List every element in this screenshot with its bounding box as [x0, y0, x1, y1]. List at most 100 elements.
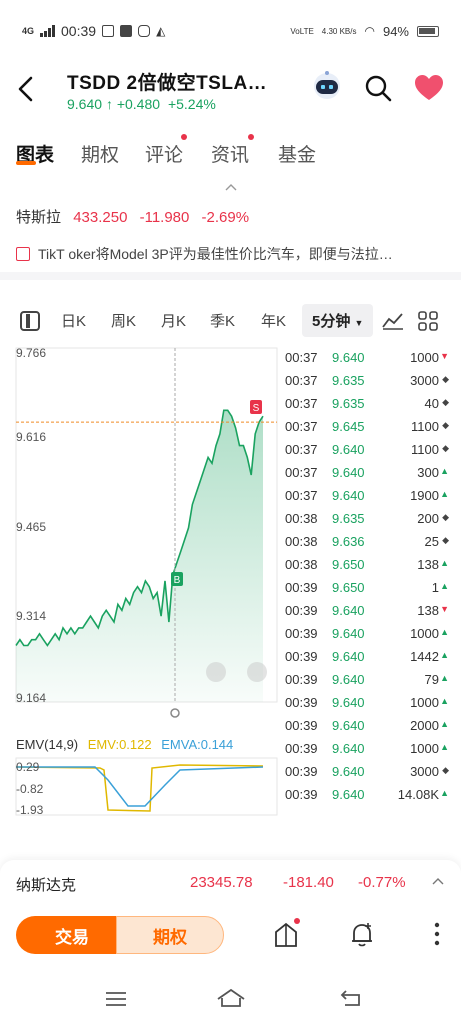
wifi-icon: ◠	[364, 24, 375, 38]
underlying-quote[interactable]: 特斯拉 433.250 -11.980 -2.69%	[16, 206, 249, 227]
trade-row: 00:38 9.635 200 ◆	[285, 511, 449, 534]
crosshair-handle-icon[interactable]	[170, 708, 180, 718]
trade-price: 9.640	[332, 603, 365, 618]
news-ticker[interactable]: TikT oker将Model 3P评为最佳性价比汽车，即便与法拉…	[16, 244, 446, 264]
up-triangle-icon: ▲	[440, 627, 449, 637]
trade-button[interactable]: 交易	[16, 916, 128, 954]
trade-row: 00:39 9.640 1000 ▲	[285, 695, 449, 718]
broker-building-icon[interactable]	[272, 920, 300, 948]
back-nav-icon[interactable]	[339, 988, 363, 1008]
header: TSDD 2倍做空TSLA… 9.640 ↑ +0.480 +5.24%	[0, 62, 461, 122]
y-tick-label: 9.164	[16, 691, 47, 705]
trade-price: 9.636	[332, 534, 365, 549]
tab-comments[interactable]: 评论	[145, 140, 183, 167]
expand-chevron-icon[interactable]	[432, 876, 444, 886]
news-icon	[16, 247, 30, 261]
search-icon[interactable]	[364, 74, 392, 102]
trade-time: 00:39	[285, 695, 318, 710]
up-triangle-icon: ▲	[440, 696, 449, 706]
trade-time: 00:37	[285, 419, 318, 434]
chart-reset-icon[interactable]	[206, 662, 226, 682]
trade-time: 00:39	[285, 580, 318, 595]
options-button[interactable]: 期权	[116, 916, 224, 954]
trade-price: 9.640	[332, 626, 365, 641]
period-quarter[interactable]: 季K	[210, 310, 235, 331]
more-options-icon[interactable]	[434, 922, 440, 946]
trade-price: 9.635	[332, 396, 365, 411]
trade-time: 00:39	[285, 764, 318, 779]
period-day[interactable]: 日K	[61, 310, 86, 331]
trade-price: 9.650	[332, 557, 365, 572]
up-triangle-icon: ▲	[440, 719, 449, 729]
trade-volume: 3000	[410, 373, 439, 388]
emv-legend[interactable]: EMV(14,9) EMV:0.122 EMVA:0.144	[16, 737, 233, 752]
back-arrow-icon[interactable]	[14, 74, 38, 104]
trade-row: 00:38 9.636 25 ◆	[285, 534, 449, 557]
index-name[interactable]: 纳斯达克	[16, 874, 76, 895]
up-triangle-icon: ▲	[440, 489, 449, 499]
chart-scroll-end-icon[interactable]	[247, 662, 267, 682]
emv-y-tick: -0.82	[16, 782, 44, 796]
period-year[interactable]: 年K	[261, 310, 286, 331]
up-triangle-icon: ▲	[440, 581, 449, 591]
emv-y-tick: -1.93	[16, 803, 44, 817]
stock-title: TSDD 2倍做空TSLA…	[67, 73, 268, 94]
notification-icon	[102, 25, 115, 37]
price-change-pct: +5.24%	[167, 96, 216, 112]
trade-time: 00:37	[285, 373, 318, 388]
trade-price: 9.640	[332, 350, 365, 365]
ai-assistant-icon[interactable]	[310, 70, 344, 104]
time-and-sales[interactable]: 00:37 9.640 1000 ▼ 00:37 9.635 3000 ◆ 00:37 9.635…	[285, 350, 449, 810]
battery-icon	[417, 25, 439, 37]
up-arrow-icon: ↑	[105, 96, 113, 112]
period-week[interactable]: 周K	[111, 310, 136, 331]
emv-value: EMV:0.122	[87, 737, 152, 752]
tab-news[interactable]: 资讯	[211, 140, 249, 167]
stock-price-line: 9.640 ↑ +0.480 +5.24%	[67, 96, 216, 112]
trade-volume: 1900	[410, 488, 439, 503]
trade-time: 00:38	[285, 534, 318, 549]
trade-time: 00:37	[285, 488, 318, 503]
trade-time: 00:37	[285, 465, 318, 480]
grid-menu-icon[interactable]	[418, 311, 438, 331]
tab-options[interactable]: 期权	[81, 140, 119, 167]
collapse-chevron-icon[interactable]	[225, 182, 237, 192]
underlying-change: -11.980	[139, 209, 190, 226]
trade-volume: 1100	[411, 419, 439, 434]
price-alert-bell-icon[interactable]	[348, 920, 376, 948]
volte-label: VoLTE	[290, 26, 314, 36]
trade-row: 00:37 9.640 1900 ▲	[285, 488, 449, 511]
emv-y-tick: 0.29	[16, 760, 40, 774]
buy-marker[interactable]: B	[171, 572, 183, 586]
recent-apps-icon[interactable]	[104, 990, 128, 1008]
home-icon[interactable]	[216, 987, 246, 1009]
period-month[interactable]: 月K	[161, 310, 186, 331]
trade-volume: 2000	[410, 718, 439, 733]
kline-toolbar: 日K 周K 月K 季K 年K 5分钟 ▼	[0, 302, 461, 338]
section-divider	[0, 272, 461, 280]
trade-row: 00:39 9.640 1000 ▲	[285, 741, 449, 764]
tab-funds[interactable]: 基金	[278, 140, 316, 167]
app-icon: ◭	[156, 24, 166, 38]
up-triangle-icon: ▲	[440, 650, 449, 660]
index-change-pct: -0.77%	[358, 874, 406, 891]
emva-value: EMVA:0.144	[161, 737, 234, 752]
trade-time: 00:38	[285, 511, 318, 526]
tab-active-indicator	[16, 161, 36, 165]
trade-row: 00:37 9.635 40 ◆	[285, 396, 449, 419]
facebook-icon	[120, 25, 133, 37]
signal-icon	[40, 25, 56, 37]
favorite-heart-icon[interactable]	[414, 74, 444, 102]
trade-price: 9.635	[332, 373, 365, 388]
trade-time: 00:39	[285, 603, 318, 618]
trade-volume: 1	[431, 580, 439, 595]
battery-percent: 94%	[382, 23, 409, 39]
sell-marker[interactable]: S	[250, 400, 262, 414]
period-5min-dropdown[interactable]: 5分钟 ▼	[302, 304, 374, 337]
y-tick-label: 9.465	[16, 520, 47, 534]
comments-badge	[181, 134, 187, 140]
trade-volume: 1000	[410, 741, 439, 756]
layout-toggle-icon[interactable]	[20, 311, 40, 331]
chart-style-icon[interactable]	[382, 312, 404, 330]
trade-price: 9.640	[332, 741, 365, 756]
